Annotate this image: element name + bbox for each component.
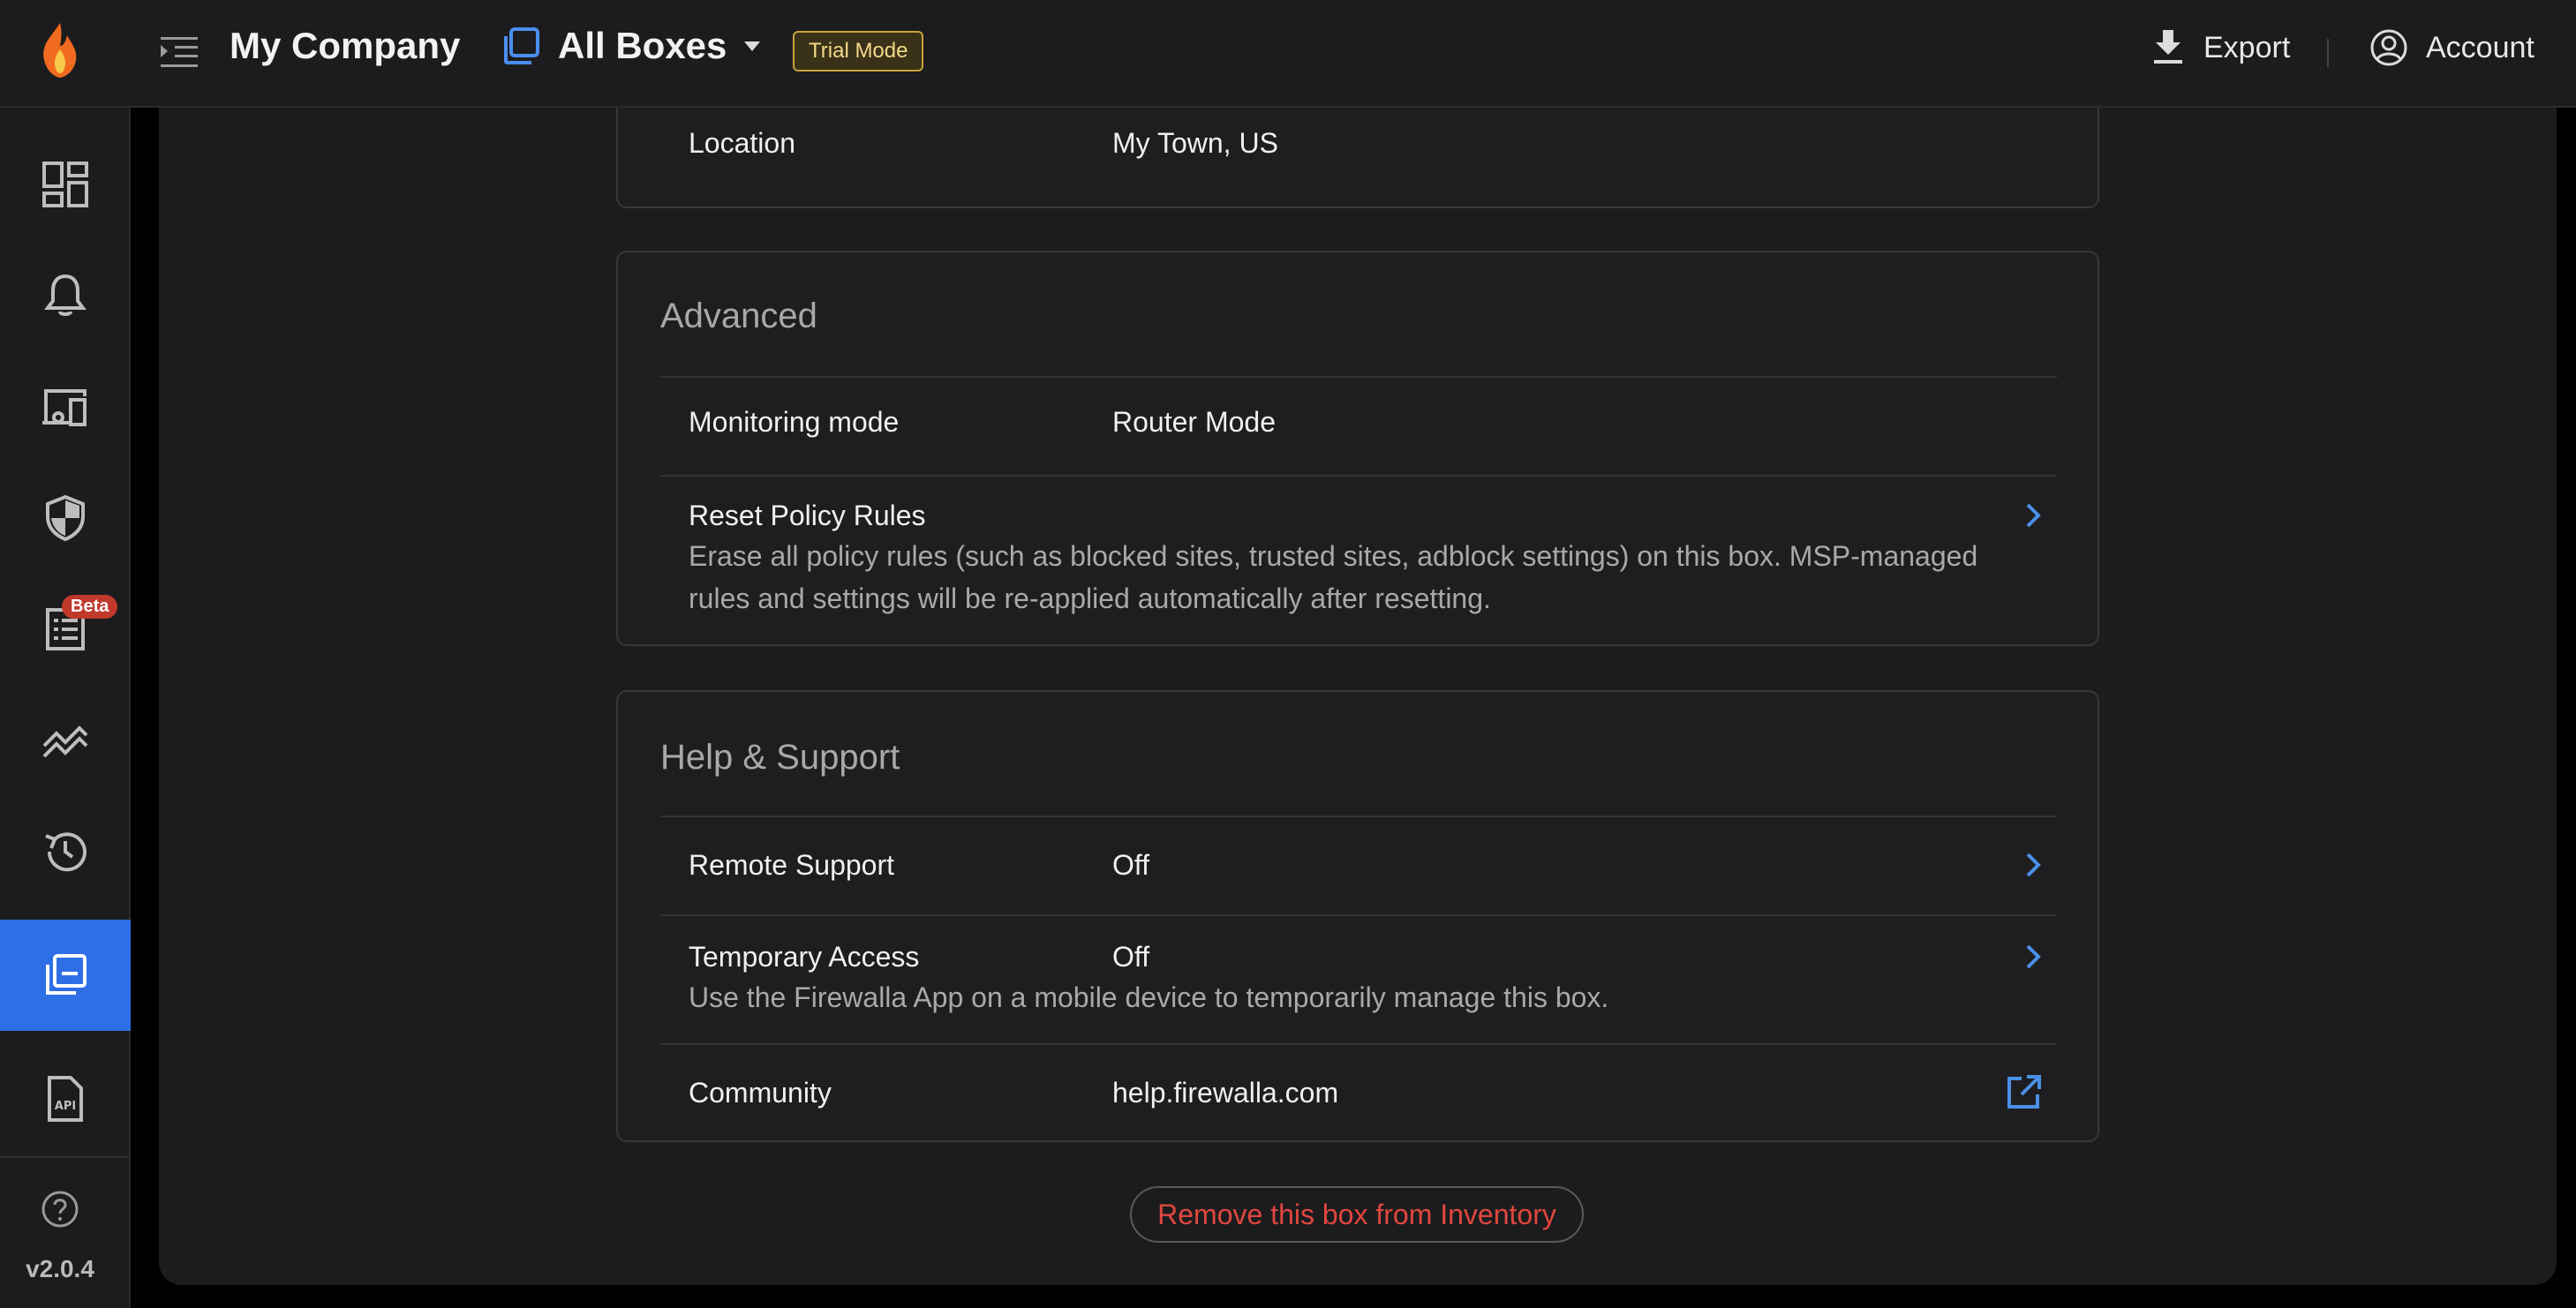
help-circle-icon[interactable]	[41, 1190, 79, 1229]
menu-toggle-icon[interactable]	[159, 32, 200, 72]
shield-icon	[46, 494, 85, 542]
top-bar: My Company All Boxes Trial Mode Export A…	[0, 0, 2576, 108]
sidebar-item-alarms[interactable]	[0, 240, 131, 351]
app-version: v2.0.4	[26, 1255, 94, 1282]
advanced-title: Advanced	[660, 297, 817, 335]
sidebar-item-flows[interactable]	[0, 685, 131, 796]
remote-support-value: Off	[1112, 849, 1150, 881]
firewalla-logo-icon[interactable]	[35, 19, 85, 81]
header-divider	[2327, 39, 2329, 67]
monitoring-mode-value: Router Mode	[1112, 406, 1276, 438]
beta-badge: Beta	[62, 595, 118, 619]
boxes-selector[interactable]: All Boxes	[501, 25, 765, 67]
sidebar: Beta API v2.0.4	[0, 108, 131, 1308]
svg-text:API: API	[55, 1100, 76, 1113]
location-value: My Town, US	[1112, 127, 1278, 159]
sidebar-item-rules[interactable]	[0, 462, 131, 574]
api-doc-icon: API	[48, 1076, 83, 1122]
location-label: Location	[689, 127, 795, 159]
bell-icon	[44, 274, 87, 316]
temporary-access-value: Off	[1112, 941, 1150, 973]
help-support-card: Help & Support Remote Support Off Tempor…	[616, 690, 2099, 1142]
reset-policy-rules-description: Erase all policy rules (such as blocked …	[689, 540, 1978, 614]
trends-icon	[42, 725, 88, 758]
chevron-right-icon[interactable]	[2020, 941, 2046, 973]
remove-box-button[interactable]: Remove this box from Inventory	[1130, 1186, 1584, 1243]
reset-policy-rules-label: Reset Policy Rules	[689, 500, 926, 531]
support-divider-3	[660, 1043, 2057, 1045]
community-label: Community	[689, 1077, 832, 1109]
help-support-title: Help & Support	[660, 738, 900, 777]
company-name: My Company	[230, 25, 461, 66]
boxes-icon	[46, 954, 87, 995]
devices-icon	[42, 389, 87, 426]
advanced-divider-1	[660, 376, 2057, 378]
history-icon	[45, 832, 87, 872]
boxes-label: All Boxes	[558, 25, 727, 66]
export-label: Export	[2203, 30, 2291, 64]
sidebar-item-audit[interactable]: Beta	[0, 574, 131, 685]
chevron-right-icon[interactable]	[2020, 500, 2046, 531]
general-card: Location My Town, US	[616, 108, 2099, 208]
dashboard-icon	[42, 162, 88, 207]
external-link-icon[interactable]	[2004, 1073, 2043, 1112]
sidebar-item-dashboard[interactable]	[0, 129, 131, 240]
download-icon	[2154, 30, 2182, 64]
sidebar-item-api[interactable]: API	[0, 1043, 131, 1154]
community-link[interactable]: help.firewalla.com	[1112, 1077, 1338, 1109]
account-circle-icon	[2370, 29, 2407, 66]
boxes-icon	[504, 27, 539, 64]
main-content: Location My Town, US Advanced Monitoring…	[159, 108, 2557, 1285]
advanced-card: Advanced Monitoring mode Router Mode Res…	[616, 251, 2099, 646]
sidebar-divider	[0, 1156, 131, 1158]
sidebar-item-boxes[interactable]	[0, 920, 131, 1031]
sidebar-item-devices[interactable]	[0, 351, 131, 462]
monitoring-mode-label: Monitoring mode	[689, 406, 900, 438]
remote-support-label: Remote Support	[689, 849, 895, 881]
account-button[interactable]: Account	[2369, 28, 2535, 67]
temporary-access-label: Temporary Access	[689, 941, 920, 973]
export-button[interactable]: Export	[2150, 28, 2290, 67]
trial-mode-badge: Trial Mode	[793, 31, 924, 71]
sidebar-item-history[interactable]	[0, 796, 131, 907]
chevron-right-icon[interactable]	[2020, 849, 2046, 881]
temporary-access-description: Use the Firewalla App on a mobile device…	[689, 981, 1609, 1013]
caret-down-icon	[744, 41, 761, 51]
account-label: Account	[2426, 30, 2535, 64]
